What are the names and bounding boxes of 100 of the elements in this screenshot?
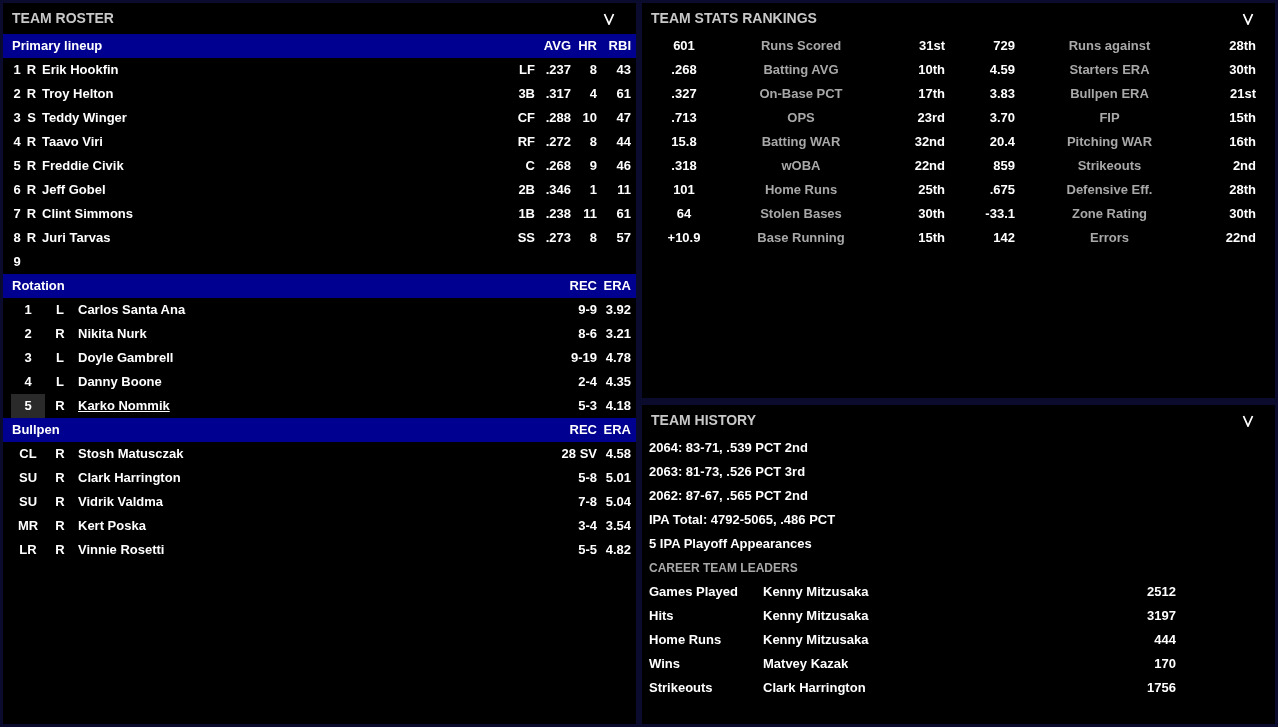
history-line: 2062: 87-67, .565 PCT 2nd xyxy=(649,487,809,506)
table-cell-text: 5.01 xyxy=(604,469,631,488)
lineup-slot: 5 xyxy=(9,156,25,176)
position: SS xyxy=(516,229,535,248)
stat-rank: 30th xyxy=(1228,205,1256,224)
position: 1B xyxy=(517,205,535,224)
player-name[interactable]: Doyle Gambrell xyxy=(75,348,174,368)
bat-hand: R xyxy=(25,229,38,248)
stat-rank: 23rd xyxy=(916,109,945,128)
stat-value: .675 xyxy=(988,181,1016,200)
player-name[interactable]: Clint Simmons xyxy=(38,204,133,224)
history-line: 2063: 81-73, .526 PCT 3rd xyxy=(649,463,807,482)
history-line: IPA Total: 4792-5065, .486 PCT xyxy=(649,511,837,530)
table-cell-text: 61 xyxy=(615,85,631,104)
column-header: ERA xyxy=(602,421,631,440)
leader-value: 1756 xyxy=(1146,679,1176,698)
stat-value: .318 xyxy=(670,157,698,176)
stat-label: Runs against xyxy=(1067,37,1152,56)
player-name[interactable]: Karko Nommik xyxy=(75,396,170,416)
table-cell-text: 4.78 xyxy=(604,349,631,368)
leader-name: Kenny Mitzusaka xyxy=(763,583,870,602)
player-name[interactable]: Kert Poska xyxy=(75,516,146,536)
role-label: SU xyxy=(17,469,39,488)
collapse-button[interactable] xyxy=(1241,11,1255,26)
stat-rank: 22nd xyxy=(1224,229,1256,248)
history-line: 5 IPA Playoff Appearances xyxy=(649,535,813,554)
table-cell-text: 43 xyxy=(615,61,631,80)
player-name[interactable]: Erik Hookfin xyxy=(38,60,119,80)
table-cell-text: 8 xyxy=(588,133,597,152)
stat-rank: 25th xyxy=(917,181,945,200)
stat-rank: 21st xyxy=(1228,85,1256,104)
table-cell-text: 9-9 xyxy=(577,301,597,320)
position: RF xyxy=(516,133,535,152)
column-header: REC xyxy=(568,277,597,296)
table-cell-text: 4.18 xyxy=(604,397,631,416)
throw-hand: L xyxy=(55,301,65,320)
player-name[interactable]: Carlos Santa Ana xyxy=(75,300,186,320)
column-header: RBI xyxy=(607,37,631,56)
table-cell-text: 2-4 xyxy=(577,373,597,392)
chevron-down-icon xyxy=(603,12,615,25)
throw-hand: L xyxy=(55,373,65,392)
position: CF xyxy=(516,109,535,128)
panel-title: TEAM HISTORY xyxy=(651,411,756,430)
stat-rank: 28th xyxy=(1228,181,1256,200)
leader-stat: Hits xyxy=(649,607,675,626)
collapse-button[interactable] xyxy=(1241,413,1255,428)
bat-hand: R xyxy=(25,85,38,104)
table-cell-text: 9 xyxy=(588,157,597,176)
column-header: ERA xyxy=(602,277,631,296)
player-name[interactable]: Danny Boone xyxy=(75,372,162,392)
player-name[interactable]: Jeff Gobel xyxy=(38,180,106,200)
table-cell-text: 7-8 xyxy=(577,493,597,512)
table-cell-text: 3.92 xyxy=(604,301,631,320)
table-cell-text: 47 xyxy=(615,109,631,128)
section-title: Rotation xyxy=(12,277,66,296)
bat-hand: S xyxy=(26,109,37,128)
stat-rank: 30th xyxy=(917,205,945,224)
stat-label: Base Running xyxy=(756,229,846,248)
player-name[interactable]: Juri Tarvas xyxy=(38,228,111,248)
table-cell-text: 5-3 xyxy=(577,397,597,416)
player-name[interactable]: Freddie Civik xyxy=(38,156,124,176)
chevron-down-icon xyxy=(1242,12,1254,25)
player-name[interactable]: Clark Harrington xyxy=(75,468,181,488)
leader-value: 3197 xyxy=(1146,607,1176,626)
player-name[interactable]: Nikita Nurk xyxy=(75,324,147,344)
leader-name: Kenny Mitzusaka xyxy=(763,607,870,626)
stat-value: -33.1 xyxy=(984,205,1016,224)
throw-hand: R xyxy=(54,325,66,344)
leader-name: Matvey Kazak xyxy=(763,655,850,674)
stat-value: 101 xyxy=(672,181,696,200)
table-cell-text: 1 xyxy=(588,181,597,200)
bat-hand: R xyxy=(25,133,38,152)
player-name[interactable]: Vinnie Rosetti xyxy=(75,540,165,560)
stat-value: 64 xyxy=(675,205,693,224)
player-name[interactable]: Vidrik Valdma xyxy=(75,492,164,512)
throw-hand: R xyxy=(54,541,66,560)
table-cell-text: 4 xyxy=(588,85,597,104)
stat-label: Batting AVG xyxy=(762,61,840,80)
lineup-slot: 3 xyxy=(9,108,25,128)
bat-hand: R xyxy=(25,205,38,224)
leader-stat: Wins xyxy=(649,655,681,674)
collapse-button[interactable] xyxy=(602,11,616,26)
stat-rank: 30th xyxy=(1228,61,1256,80)
stat-rank: 2nd xyxy=(1231,157,1256,176)
player-name[interactable]: Stosh Matusczak xyxy=(75,444,184,464)
panel-title: TEAM ROSTER xyxy=(12,9,114,28)
section-title: Bullpen xyxy=(12,421,61,440)
table-cell-text: 11 xyxy=(616,181,631,200)
leader-stat: Home Runs xyxy=(649,631,723,650)
history-line: 2064: 83-71, .539 PCT 2nd xyxy=(649,439,809,458)
table-cell-text: .288 xyxy=(544,109,571,128)
table-cell-text: 9-19 xyxy=(569,349,597,368)
table-cell-text: 4.82 xyxy=(604,541,631,560)
stat-value: 3.83 xyxy=(988,85,1016,104)
throw-hand: R xyxy=(54,445,66,464)
player-name[interactable]: Taavo Viri xyxy=(38,132,103,152)
stat-label: On-Base PCT xyxy=(758,85,844,104)
player-name[interactable]: Teddy Winger xyxy=(38,108,127,128)
player-name[interactable]: Troy Helton xyxy=(38,84,114,104)
panel-title: TEAM STATS RANKINGS xyxy=(651,9,817,28)
